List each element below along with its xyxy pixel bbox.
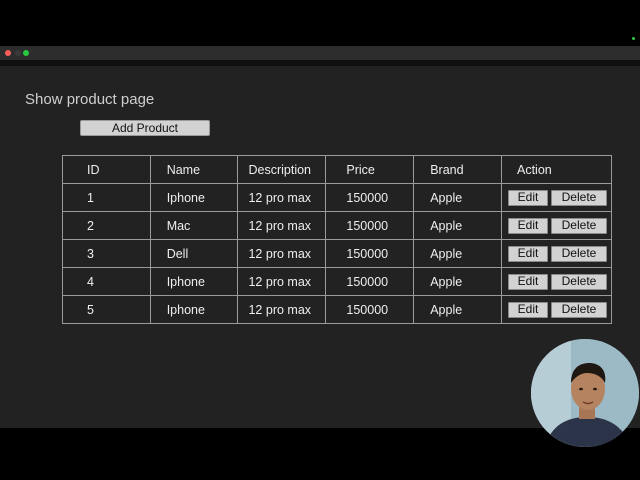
cell-name: Iphone	[149, 267, 239, 296]
cell-price: 150000	[325, 211, 415, 240]
screen: Show product page Add Product ID Name De…	[0, 0, 640, 480]
cell-price: 150000	[325, 267, 415, 296]
cell-description: 12 pro max	[237, 239, 327, 268]
table-row: 4 Iphone 12 pro max 150000 Apple Edit Delete	[62, 267, 613, 296]
cell-price: 150000	[325, 183, 415, 212]
cell-id: 5	[62, 295, 151, 324]
cell-action: Edit Delete	[500, 239, 613, 268]
close-window-icon[interactable]	[5, 50, 11, 56]
edit-button[interactable]: Edit	[507, 189, 548, 206]
header-price: Price	[325, 155, 415, 184]
header-brand: Brand	[413, 155, 502, 184]
cell-name: Dell	[149, 239, 239, 268]
cell-description: 12 pro max	[237, 267, 327, 296]
table-row: 5 Iphone 12 pro max 150000 Apple Edit Delete	[62, 295, 613, 324]
bottom-bar	[0, 428, 640, 480]
cell-name: Iphone	[149, 183, 239, 212]
cell-id: 3	[62, 239, 151, 268]
edit-button[interactable]: Edit	[507, 245, 548, 262]
header-action: Action	[500, 155, 613, 184]
cell-description: 12 pro max	[237, 211, 327, 240]
minimize-window-icon[interactable]	[15, 50, 21, 56]
cell-action: Edit Delete	[500, 183, 613, 212]
delete-button[interactable]: Delete	[550, 301, 607, 318]
cell-action: Edit Delete	[500, 267, 613, 296]
edit-button[interactable]: Edit	[507, 217, 548, 234]
cell-description: 12 pro max	[237, 183, 327, 212]
webcam-overlay	[531, 339, 639, 447]
delete-button[interactable]: Delete	[550, 273, 607, 290]
header-description: Description	[237, 155, 327, 184]
cell-id: 4	[62, 267, 151, 296]
page-title: Show product page	[25, 91, 155, 108]
maximize-window-icon[interactable]	[23, 50, 29, 56]
recording-indicator	[632, 37, 635, 40]
cell-price: 150000	[325, 295, 415, 324]
cell-action: Edit Delete	[500, 211, 613, 240]
cell-brand: Apple	[413, 267, 502, 296]
product-table: ID Name Description Price Brand Action 1…	[62, 155, 613, 324]
table-header-row: ID Name Description Price Brand Action	[62, 155, 613, 184]
table-body: 1 Iphone 12 pro max 150000 Apple Edit Delete 2 M…	[62, 183, 613, 324]
cell-id: 2	[62, 211, 151, 240]
table-row: 1 Iphone 12 pro max 150000 Apple Edit Delete	[62, 183, 613, 212]
cell-brand: Apple	[413, 183, 502, 212]
table-row: 2 Mac 12 pro max 150000 Apple Edit Delete	[62, 211, 613, 240]
edit-button[interactable]: Edit	[507, 273, 548, 290]
cell-price: 150000	[325, 239, 415, 268]
cell-brand: Apple	[413, 239, 502, 268]
delete-button[interactable]: Delete	[550, 189, 607, 206]
cell-id: 1	[62, 183, 151, 212]
window-titlebar	[0, 46, 640, 60]
table-row: 3 Dell 12 pro max 150000 Apple Edit Delete	[62, 239, 613, 268]
header-name: Name	[149, 155, 239, 184]
cell-action: Edit Delete	[500, 295, 613, 324]
cell-brand: Apple	[413, 295, 502, 324]
delete-button[interactable]: Delete	[550, 245, 607, 262]
edit-button[interactable]: Edit	[507, 301, 548, 318]
cell-name: Iphone	[149, 295, 239, 324]
delete-button[interactable]: Delete	[550, 217, 607, 234]
add-product-button[interactable]: Add Product	[80, 120, 210, 136]
cell-name: Mac	[149, 211, 239, 240]
cell-description: 12 pro max	[237, 295, 327, 324]
cell-brand: Apple	[413, 211, 502, 240]
header-id: ID	[62, 155, 151, 184]
presenter-avatar	[531, 339, 639, 447]
